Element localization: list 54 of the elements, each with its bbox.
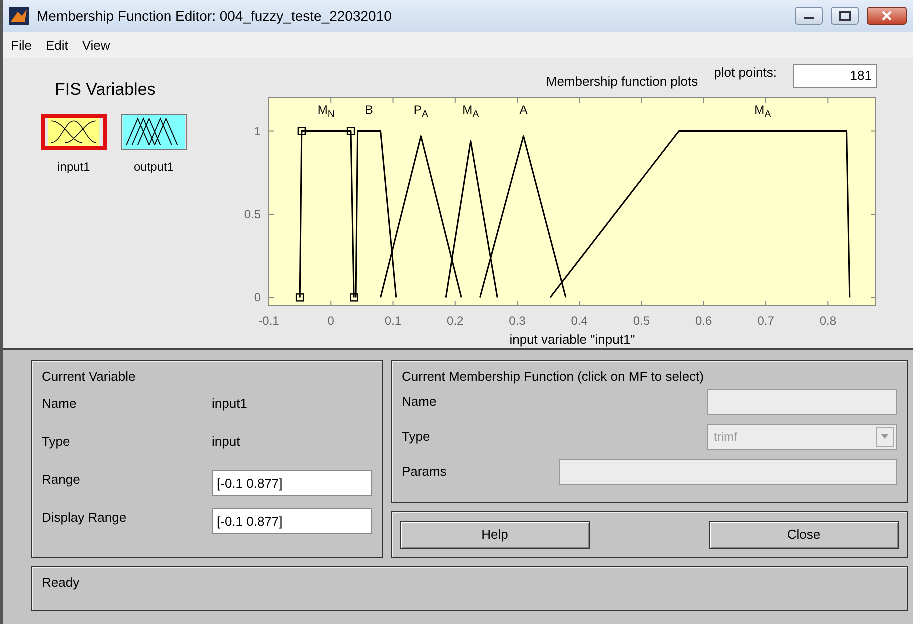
x-tick-label: 0 <box>328 314 334 328</box>
y-tick-label: 0 <box>254 290 261 305</box>
plot-points-label: plot points: <box>714 65 777 80</box>
variable-button[interactable]: output1 <box>121 114 187 174</box>
panel-title: Current Variable <box>42 369 137 384</box>
curve-label: M$_{A}$ <box>754 103 772 117</box>
curve-label: M$_{A}$ <box>462 103 480 117</box>
menu-item[interactable]: File <box>11 38 32 52</box>
field-label: Type <box>42 434 72 448</box>
window-title: Membership Function Editor: 004_fuzzy_teste_22032010 <box>37 8 393 24</box>
push-button[interactable]: Help <box>400 520 590 548</box>
curve-label: A <box>520 103 528 117</box>
y-tick-label: 0.5 <box>244 207 261 222</box>
plot-points-field[interactable]: 181 <box>793 64 877 88</box>
status-text: Ready <box>42 575 80 590</box>
x-tick-label: 0.5 <box>633 314 650 328</box>
curve-label: M$_{N}$ <box>318 103 336 117</box>
output-variable-icon[interactable] <box>121 114 187 150</box>
x-axis-label: input variable "input1" <box>510 332 636 347</box>
app-icon <box>9 7 29 25</box>
x-tick-label: 0.7 <box>758 314 774 328</box>
x-tick-label: 0.1 <box>384 314 402 328</box>
curve-label: B <box>365 103 374 117</box>
x-tick-label: 0.3 <box>509 314 526 328</box>
minimize-button[interactable] <box>795 7 823 25</box>
maximize-icon <box>839 11 851 21</box>
x-tick-label: 0.2 <box>447 314 464 328</box>
field-value: input <box>212 434 240 448</box>
curve-label: P$_{A}$ <box>414 103 429 117</box>
menu-item[interactable]: Edit <box>46 38 68 52</box>
fis-variables-title: FIS Variables <box>55 80 156 100</box>
x-tick-label: 0.4 <box>571 314 588 328</box>
field-label: Range <box>42 472 82 486</box>
field-value: input1 <box>212 396 248 410</box>
panel-title: Current Membership Function (click on MF to select) <box>402 369 705 384</box>
menu-item[interactable]: View <box>82 38 110 52</box>
x-tick-label: -0.1 <box>258 314 280 328</box>
plot-title: Membership function plots <box>546 74 698 89</box>
field-label: Name <box>42 396 78 410</box>
variable-button[interactable]: input1 <box>41 114 107 174</box>
x-tick-label: 0.8 <box>820 314 836 328</box>
push-button[interactable]: Close <box>709 520 899 548</box>
close-icon <box>881 11 893 21</box>
x-tick-label: 0.6 <box>696 314 712 328</box>
y-tick-label: 1 <box>254 124 261 138</box>
range-field[interactable]: [-0.1 0.877] <box>212 508 372 534</box>
range-field[interactable]: [-0.1 0.877] <box>212 470 372 496</box>
field-label: Type <box>402 429 430 444</box>
field-label: Params <box>402 464 447 479</box>
field-label: Display Range <box>42 510 128 524</box>
close-button[interactable] <box>867 7 907 25</box>
field-label: Name <box>402 394 437 409</box>
input-variable-icon[interactable] <box>41 114 107 150</box>
maximize-button[interactable] <box>831 7 859 25</box>
